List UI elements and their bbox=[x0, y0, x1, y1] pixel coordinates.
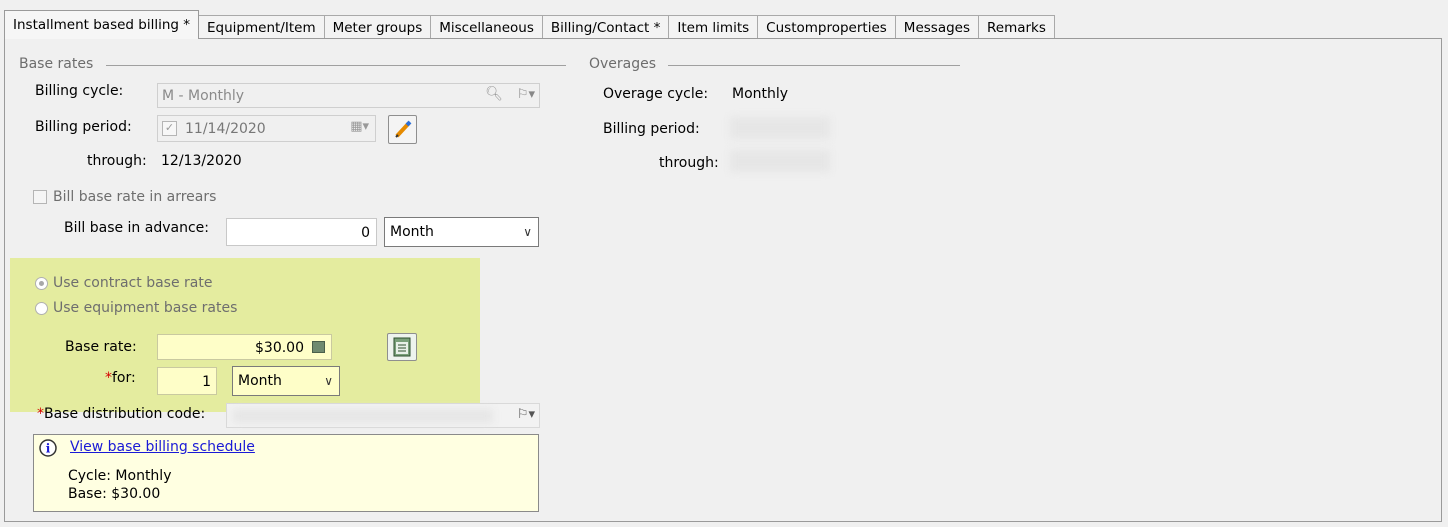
overages-group-title: Overages bbox=[589, 56, 657, 72]
base-billing-info-box: i View base billing schedule Cycle: Mont… bbox=[33, 434, 539, 512]
through-label: through: bbox=[87, 153, 147, 169]
base-distribution-code-label: Base distribution code: bbox=[44, 406, 206, 422]
info-cycle-text: Cycle: Monthly bbox=[68, 468, 172, 484]
billing-cycle-value: M - Monthly bbox=[162, 88, 245, 104]
for-quantity-value: 1 bbox=[202, 374, 211, 390]
tab-equipment-item[interactable]: Equipment/Item bbox=[198, 15, 325, 39]
billing-period-label: Billing period: bbox=[35, 119, 132, 135]
redacted-value bbox=[233, 409, 493, 423]
info-base-text: Base: $30.00 bbox=[68, 486, 161, 502]
pencil-icon bbox=[395, 120, 412, 138]
bill-base-advance-label: Bill base in advance: bbox=[64, 220, 209, 236]
bill-base-arrears-checkbox[interactable] bbox=[33, 190, 47, 204]
tab-messages[interactable]: Messages bbox=[894, 15, 979, 39]
flag-dropdown-icon[interactable]: ⚐▾ bbox=[517, 407, 535, 422]
base-rate-value: $30.00 bbox=[255, 340, 304, 356]
distribution-required-marker: * bbox=[37, 406, 44, 422]
base-rates-divider bbox=[106, 65, 566, 66]
overage-cycle-label: Overage cycle: bbox=[603, 86, 709, 102]
overage-through-redacted bbox=[730, 150, 830, 172]
through-value: 12/13/2020 bbox=[161, 153, 242, 169]
for-unit-select[interactable]: Month ∨ bbox=[232, 366, 340, 396]
tab-meter-groups[interactable]: Meter groups bbox=[323, 15, 432, 39]
calculator-icon[interactable] bbox=[312, 341, 325, 353]
tab-miscellaneous[interactable]: Miscellaneous bbox=[430, 15, 543, 39]
for-unit-value: Month bbox=[238, 373, 282, 389]
tab-remarks[interactable]: Remarks bbox=[978, 15, 1055, 39]
use-equipment-base-rates-label: Use equipment base rates bbox=[53, 300, 238, 316]
billing-cycle-label: Billing cycle: bbox=[35, 83, 124, 99]
tab-billing-contact[interactable]: Billing/Contact * bbox=[541, 15, 670, 39]
overage-through-label: through: bbox=[659, 155, 719, 171]
use-contract-base-rate-radio[interactable] bbox=[35, 277, 48, 290]
billing-period-checkbox[interactable]: ✓ bbox=[162, 121, 177, 136]
for-quantity-input[interactable]: 1 bbox=[157, 367, 217, 395]
bill-base-advance-value: 0 bbox=[361, 225, 370, 241]
tab-customproperties[interactable]: Customproperties bbox=[757, 15, 896, 39]
overages-divider bbox=[668, 65, 960, 66]
use-equipment-base-rates-radio[interactable] bbox=[35, 302, 48, 315]
base-rate-label: Base rate: bbox=[65, 339, 137, 355]
overage-billing-period-redacted bbox=[730, 117, 830, 139]
bill-base-advance-unit-select[interactable]: Month ∨ bbox=[384, 217, 539, 247]
base-rate-input[interactable]: $30.00 bbox=[157, 334, 332, 360]
info-icon: i bbox=[39, 439, 57, 457]
calendar-rate-icon bbox=[393, 337, 411, 357]
view-base-billing-schedule-link[interactable]: View base billing schedule bbox=[70, 439, 255, 455]
rate-schedule-button[interactable] bbox=[387, 333, 417, 361]
tab-installment-based-billing[interactable]: Installment based billing * bbox=[4, 10, 200, 39]
flag-dropdown-icon[interactable]: ⚐▾ bbox=[517, 87, 535, 102]
bill-base-advance-unit-value: Month bbox=[390, 224, 434, 240]
tab-item-limits[interactable]: Item limits bbox=[668, 15, 759, 39]
tab-strip: Installment based billing * Equipment/It… bbox=[4, 10, 1055, 39]
for-required-marker: * bbox=[105, 370, 112, 386]
bill-base-arrears-label: Bill base rate in arrears bbox=[53, 189, 217, 205]
edit-billing-period-button[interactable] bbox=[388, 115, 417, 144]
for-label: for: bbox=[112, 370, 136, 386]
overage-cycle-value: Monthly bbox=[732, 86, 789, 102]
overage-billing-period-label: Billing period: bbox=[603, 121, 700, 137]
svg-text:i: i bbox=[46, 442, 51, 456]
calendar-dropdown-icon[interactable]: ▦▾ bbox=[350, 119, 369, 134]
billing-period-value: 11/14/2020 bbox=[185, 121, 266, 137]
base-distribution-code-field[interactable]: ⚐▾ bbox=[226, 403, 540, 428]
bill-base-advance-input[interactable]: 0 bbox=[226, 218, 377, 246]
chevron-down-icon: ∨ bbox=[324, 374, 333, 388]
base-rates-group-title: Base rates bbox=[19, 56, 94, 72]
billing-cycle-field[interactable]: M - Monthly 🔍︎ ⚐▾ bbox=[157, 83, 540, 108]
billing-period-date-field[interactable]: ✓ 11/14/2020 ▦▾ bbox=[157, 115, 376, 142]
search-icon[interactable]: 🔍︎ bbox=[485, 86, 503, 102]
use-contract-base-rate-label: Use contract base rate bbox=[53, 275, 213, 291]
chevron-down-icon: ∨ bbox=[523, 225, 532, 239]
